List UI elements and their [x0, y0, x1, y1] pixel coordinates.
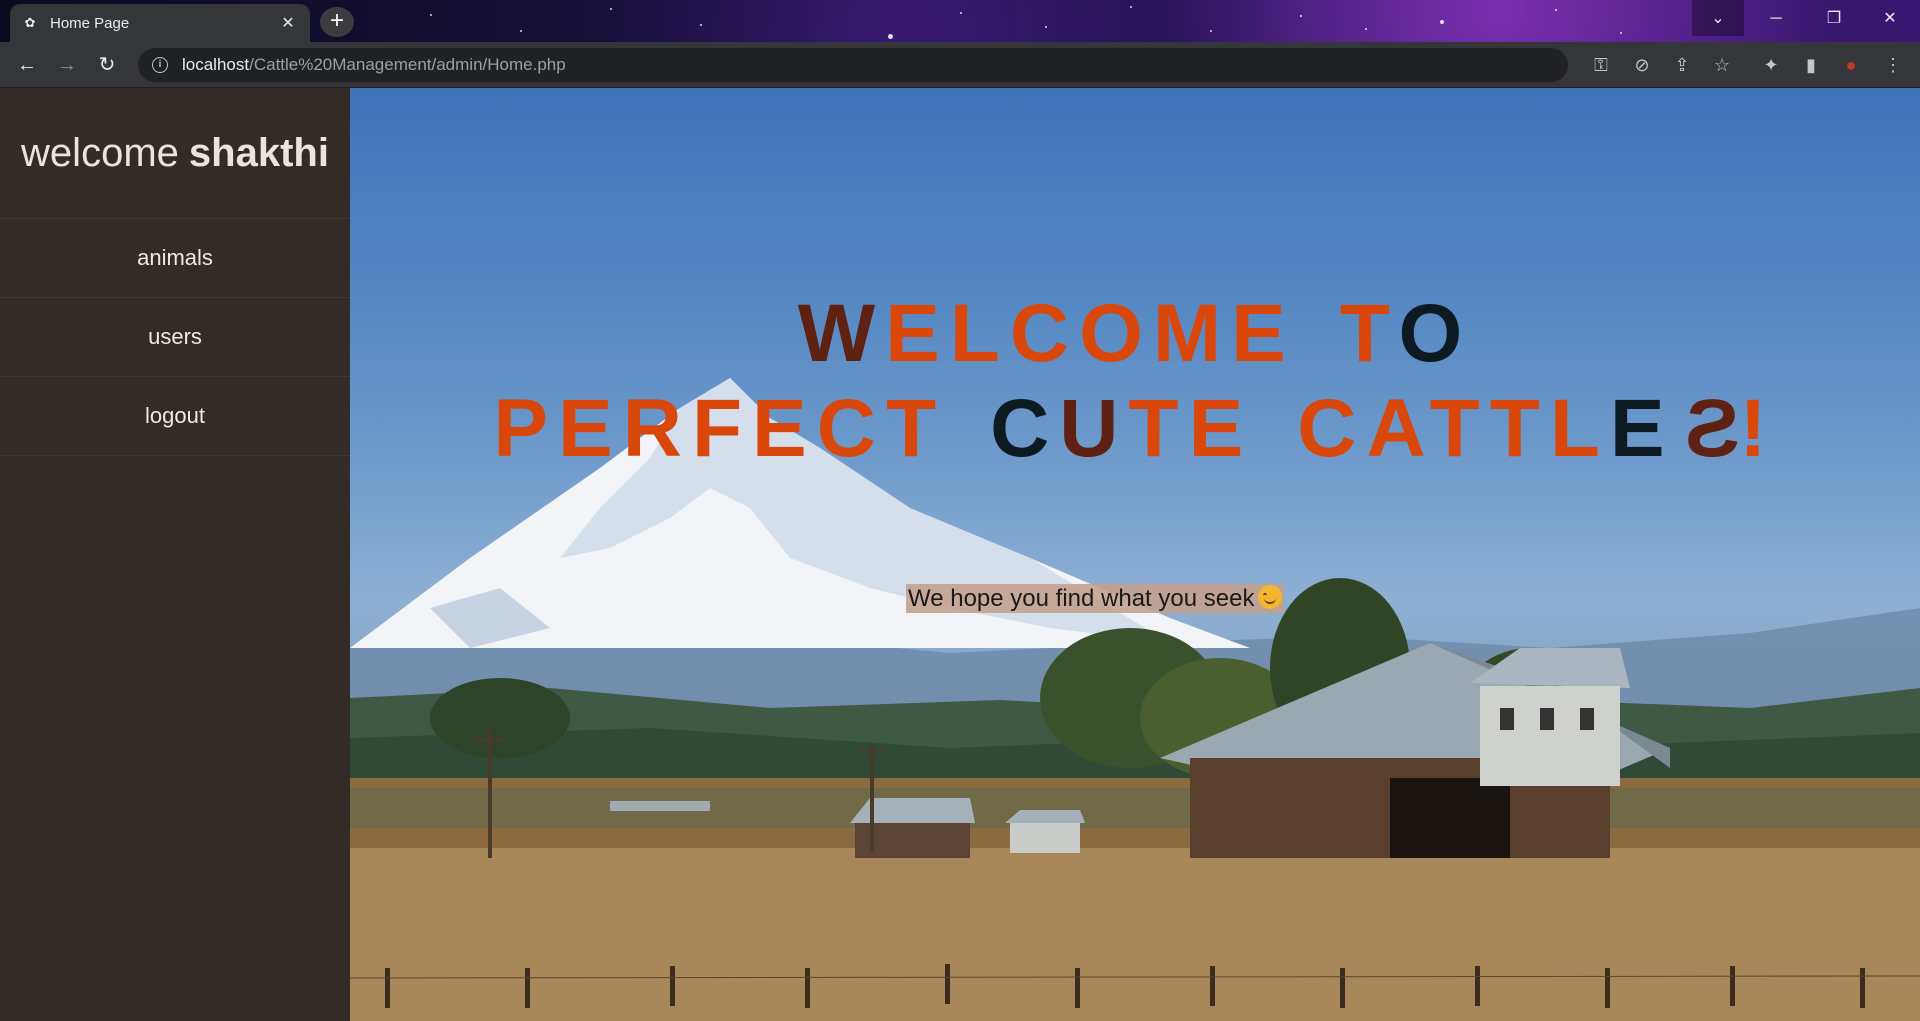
hero-section: WELCOME TO PERFECT CUTE CATTLES! We hope yo…: [350, 88, 1920, 1021]
headline-word-cattles: CATTLES!: [1297, 383, 1777, 474]
sidebar-item-users[interactable]: users: [0, 298, 350, 377]
headline-word-cute: CUTE: [990, 383, 1254, 474]
welcome-headline: WELCOME TO PERFECT CUTE CATTLES!: [350, 286, 1920, 476]
smiling-face-icon: [1258, 585, 1283, 609]
username: shakthi: [188, 130, 329, 175]
headline-letter-w: W: [797, 288, 886, 379]
welcome-heading: welcome shakthi: [0, 88, 350, 219]
sidebar-item-label: users: [148, 324, 202, 349]
chevron-down-icon[interactable]: ⌄: [1690, 0, 1746, 38]
tagline-text: We hope you find what you seek: [908, 585, 1255, 612]
site-info-icon[interactable]: i: [152, 57, 168, 73]
tagline: We hope you find what you seek: [906, 584, 1285, 613]
headline-letter-t: T: [1339, 288, 1399, 379]
browser-tabstrip: ✿ Home Page ✕ + ⌄ ─ ❐ ✕: [0, 0, 1920, 42]
address-bar[interactable]: i localhost/Cattle%20Management/admin/Ho…: [138, 48, 1568, 82]
bookmark-star-icon[interactable]: ☆: [1711, 54, 1733, 76]
sidebar: welcome shakthi animals users logout: [0, 88, 350, 1021]
welcome-prefix: welcome: [21, 130, 179, 175]
sidebar-item-animals[interactable]: animals: [0, 219, 350, 298]
close-window-icon[interactable]: ✕: [1862, 0, 1918, 38]
headline-line-2: PERFECT CUTE CATTLES!: [350, 381, 1920, 476]
browser-toolbar: ← → ↻ i localhost/Cattle%20Management/ad…: [0, 42, 1920, 88]
key-icon[interactable]: ⚿: [1590, 54, 1612, 76]
close-tab-icon[interactable]: ✕: [278, 13, 298, 33]
headline-word-perfect: PERFECT: [493, 383, 947, 474]
sidebar-item-label: logout: [145, 403, 205, 428]
side-panel-icon[interactable]: ▮: [1800, 54, 1822, 76]
eye-off-icon[interactable]: ⊘: [1631, 54, 1653, 76]
headline-word-elcome: ELCOME: [885, 288, 1296, 379]
reload-icon[interactable]: ↻: [92, 50, 122, 80]
forward-icon[interactable]: →: [52, 50, 82, 80]
menu-kebab-icon[interactable]: ⋮: [1882, 54, 1904, 76]
url-path: /Cattle%20Management/admin/Home.php: [249, 55, 566, 74]
tab-title: Home Page: [50, 14, 130, 32]
new-tab-button[interactable]: +: [320, 7, 354, 37]
sidebar-item-logout[interactable]: logout: [0, 377, 350, 456]
share-icon[interactable]: ⇪: [1671, 54, 1693, 76]
headline-line-1: WELCOME TO: [350, 286, 1920, 381]
mountain-farm-background-image: [350, 378, 1920, 1021]
page-favicon-icon: ✿: [24, 15, 36, 30]
url-host: localhost: [182, 55, 250, 74]
restore-icon[interactable]: ❐: [1806, 0, 1862, 38]
page-viewport: welcome shakthi animals users logout WEL…: [0, 88, 1920, 1021]
minimize-icon[interactable]: ─: [1748, 0, 1804, 38]
extensions-icon[interactable]: ✦: [1760, 54, 1782, 76]
sidebar-item-label: animals: [137, 245, 213, 270]
profile-avatar-icon[interactable]: ●: [1840, 54, 1862, 76]
headline-letter-o: O: [1398, 288, 1473, 379]
browser-tab[interactable]: ✿ Home Page ✕: [10, 4, 310, 42]
back-icon[interactable]: ←: [12, 50, 42, 80]
